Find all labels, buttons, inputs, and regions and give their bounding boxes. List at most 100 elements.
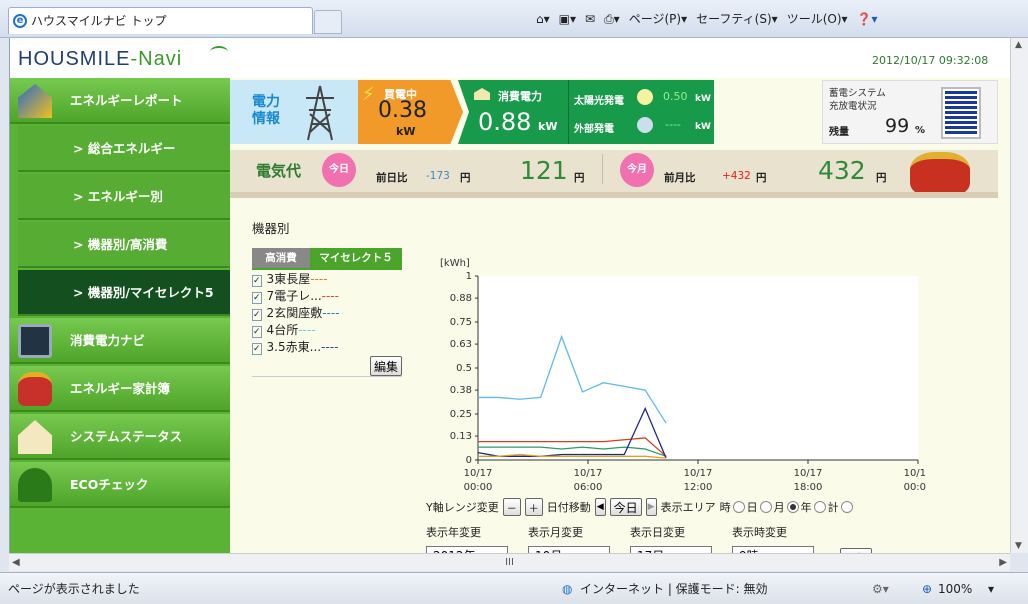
new-tab-button[interactable] [314, 10, 342, 34]
x-tick-date: 10/17 [464, 468, 493, 479]
scroll-left-arrow[interactable]: ◀ [12, 554, 20, 571]
refresh-button[interactable]: 更新 [840, 548, 873, 553]
help-icon[interactable]: ❓▾ [857, 6, 878, 32]
command-bar: ⌂▾ ▣▾ ✉ ⎙▾ ページ(P)▾ セーフティ(S)▾ ツール(O)▾ ❓▾ [536, 6, 887, 32]
home-icon[interactable]: ⌂▾ [536, 6, 550, 32]
month-cost: 432 [818, 156, 866, 185]
external-gen-label: 外部発電 [574, 124, 614, 135]
device-row: ✓ 3.5赤東...---- [252, 338, 402, 355]
solar-icon [637, 89, 653, 105]
device-checkbox[interactable]: ✓ [252, 292, 262, 304]
scroll-grip[interactable]: III [505, 557, 514, 568]
battery-panel: 蓄電システム 充放電状況 残量 99 % [822, 80, 998, 144]
device-row: ✓ 4台所---- [252, 321, 402, 338]
area-radio[interactable] [732, 501, 745, 513]
yrange-minus-button[interactable]: － [502, 498, 521, 516]
yrange-plus-button[interactable]: ＋ [524, 498, 543, 516]
monitor-icon [18, 324, 52, 358]
device-name: 台所 [274, 323, 299, 337]
device-row: ✓ 2玄関座敷---- [252, 304, 402, 321]
power-info-panel: 電力 情報 [230, 80, 358, 144]
prev-date-button[interactable]: ◀ [594, 498, 606, 516]
menu-page[interactable]: ページ(P)▾ [629, 6, 687, 32]
y-tick-label: 0 [466, 455, 472, 466]
nav-device-myselect[interactable]: > 機器別/マイセレクト5 [18, 270, 230, 316]
area-radio[interactable] [840, 501, 853, 513]
nav-household-book[interactable]: エネルギー家計簿 [10, 366, 230, 412]
nav-device-high[interactable]: > 機器別/高消費 [18, 222, 230, 268]
prev-day-label: 前日比 [376, 172, 408, 184]
print-icon[interactable]: ⎙▾ [604, 6, 620, 32]
prev-day-unit: 円 [460, 172, 471, 184]
year-select[interactable]: 2012年 [426, 546, 508, 553]
area-option-label: 月 [773, 501, 785, 514]
solar-unit: kW [695, 94, 711, 104]
area-radio[interactable] [759, 501, 772, 513]
external-gen-icon [637, 117, 653, 133]
nav-energy-report[interactable]: エネルギーレポート [10, 78, 230, 124]
display-area-label: 表示エリア [660, 501, 716, 514]
page-viewport: HOUSMILE-Navi 2012/10/17 09:32:08 エネルギーレ… [9, 38, 1010, 553]
device-name: 東長屋 [274, 272, 311, 286]
feeds-icon[interactable]: ▣▾ [559, 6, 576, 32]
yrange-label: Y軸レンジ変更 [426, 501, 499, 514]
zoom-level[interactable]: 100% [938, 577, 972, 601]
chart-controls: Y軸レンジ変更 － ＋ 日付移動 ◀ 今日 ▶ 表示エリア 時 日 月 年 計 [426, 498, 853, 516]
device-checkbox[interactable]: ✓ [252, 309, 262, 321]
month-select[interactable]: 10月 [528, 546, 610, 553]
nav-power-navi[interactable]: 消費電力ナビ [10, 318, 230, 364]
day-select[interactable]: 17日 [630, 546, 712, 553]
zoom-dropdown-icon[interactable]: ▾ [988, 577, 994, 601]
today-cost: 121 [520, 156, 568, 185]
consumption-panel: 消費電力 0.88 kW [458, 80, 568, 144]
mail-icon[interactable]: ✉ [585, 6, 595, 32]
today-cost-unit: 円 [574, 172, 585, 184]
device-checkbox[interactable]: ✓ [252, 326, 262, 338]
main-content: 電力 情報 ⚡ 買電中 0.38 kW 消費電力 0.88 kW 太陽光発電 0… [230, 78, 1010, 553]
house-small-icon [474, 88, 490, 100]
device-list: ✓ 3東長屋---- ✓ 7電子レ...---- ✓ 2玄関座敷---- ✓ 4台所---- ✓… [252, 268, 402, 377]
day-label: 表示日変更 [630, 526, 685, 539]
x-tick-date: 10/18 [904, 468, 926, 479]
tab-my-select[interactable]: マイセレクト５ [310, 248, 402, 268]
cost-bar: 電気代 今日 前日比 -173 円 121 円 今月 前月比 +432 円 43… [230, 150, 998, 196]
tree-icon [18, 468, 52, 502]
y-tick-label: 0.38 [450, 385, 472, 396]
external-gen-value: ---- [665, 118, 681, 131]
today-badge: 今日 [322, 153, 356, 187]
device-line-sample: ---- [310, 272, 328, 286]
tab-high-consumption[interactable]: 高消費 [252, 248, 310, 268]
vertical-scrollbar[interactable]: ▲ ▼ [1010, 38, 1028, 553]
device-number: 3.5赤 [266, 340, 298, 354]
device-checkbox[interactable]: ✓ [252, 343, 262, 355]
device-checkbox[interactable]: ✓ [252, 275, 262, 287]
next-date-button[interactable]: ▶ [645, 498, 657, 516]
menu-tools[interactable]: ツール(O)▾ [787, 6, 848, 32]
status-text: ページが表示されました [8, 582, 140, 596]
scroll-right-arrow[interactable]: ▶ [999, 554, 1007, 571]
edit-button[interactable]: 編集 [369, 356, 402, 376]
nav-system-status[interactable]: システムステータス [10, 414, 230, 460]
hour-select[interactable]: 9時 [732, 546, 814, 553]
nav-eco-check[interactable]: ECOチェック [10, 462, 230, 508]
horizontal-scrollbar[interactable]: ◀ III ▶ [9, 553, 1010, 571]
battery-value: 99 [885, 115, 910, 137]
nav-by-energy[interactable]: > エネルギー別 [18, 174, 230, 220]
area-radio[interactable] [813, 501, 826, 513]
y-tick-label: 0.88 [450, 293, 472, 304]
status-bar: ページが表示されました ◍ インターネット | 保護モード: 無効 ⚙▾ ⊕ 1… [0, 572, 1028, 604]
area-radio[interactable] [786, 501, 799, 513]
cons-value: 0.88 [478, 108, 532, 136]
today-button[interactable]: 今日 [609, 498, 642, 516]
browser-tab[interactable]: e ハウスマイルナビ トップ [8, 7, 313, 34]
buy-unit: kW [396, 125, 416, 138]
y-tick-label: 0.63 [450, 339, 472, 350]
zone-text: インターネット | 保護モード: 無効 [580, 582, 768, 596]
menu-safety[interactable]: セーフティ(S)▾ [696, 6, 778, 32]
zoom-icon[interactable]: ⊕ [922, 577, 932, 601]
external-gen-unit: kW [695, 122, 711, 132]
cons-label: 消費電力 [498, 90, 542, 103]
nav-total-energy[interactable]: > 総合エネルギー [18, 126, 230, 172]
protected-mode-icon[interactable]: ⚙▾ [872, 577, 889, 601]
solar-label: 太陽光発電 [574, 96, 624, 107]
